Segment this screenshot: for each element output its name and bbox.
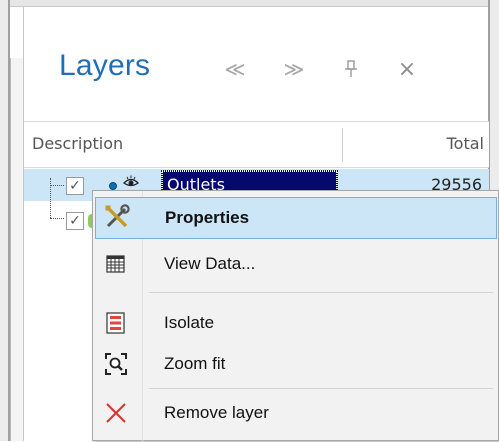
double-chevron-left-icon[interactable]: ≪ <box>221 55 249 83</box>
column-total[interactable]: Total <box>447 134 484 153</box>
context-menu: Properties View Data... Isolate Zoom fit… <box>92 190 499 442</box>
menu-item-label: Isolate <box>164 313 215 332</box>
tools-icon <box>104 204 130 230</box>
double-chevron-right-icon[interactable]: ≫ <box>280 55 308 83</box>
isolate-icon <box>103 310 129 336</box>
tree-connector <box>50 218 64 219</box>
column-description[interactable]: Description <box>32 134 123 153</box>
layer-visibility-checkbox[interactable]: ✓ <box>66 177 84 195</box>
remove-icon <box>103 400 129 426</box>
window-top-border <box>0 0 499 7</box>
menu-item-isolate[interactable]: Isolate <box>95 303 497 345</box>
menu-item-label: Remove layer <box>164 403 269 422</box>
menu-item-view-data[interactable]: View Data... <box>95 244 497 286</box>
menu-separator <box>149 292 493 293</box>
menu-separator <box>149 388 493 389</box>
point-layer-icon <box>109 182 117 190</box>
tree-connector <box>50 178 51 218</box>
pin-icon[interactable] <box>337 55 365 83</box>
window-left-border <box>0 0 10 441</box>
menu-item-properties[interactable]: Properties <box>95 197 497 239</box>
column-header: Description Total <box>24 121 489 168</box>
panel-header: Layers ≪ ≫ × <box>24 7 489 121</box>
zoom-fit-icon <box>103 351 129 377</box>
menu-item-label: Zoom fit <box>164 354 226 373</box>
menu-item-label: View Data... <box>164 254 256 273</box>
collapsed-side-panel <box>10 58 23 441</box>
close-icon[interactable]: × <box>393 55 421 83</box>
menu-item-remove-layer[interactable]: Remove layer <box>95 393 497 435</box>
menu-item-label: Properties <box>165 208 250 227</box>
tree-connector <box>50 185 64 186</box>
table-icon <box>103 251 129 277</box>
column-separator[interactable] <box>342 128 343 162</box>
menu-item-zoom-fit[interactable]: Zoom fit <box>95 344 497 386</box>
panel-title: Layers <box>59 49 151 82</box>
layer-visibility-checkbox[interactable]: ✓ <box>66 212 84 230</box>
